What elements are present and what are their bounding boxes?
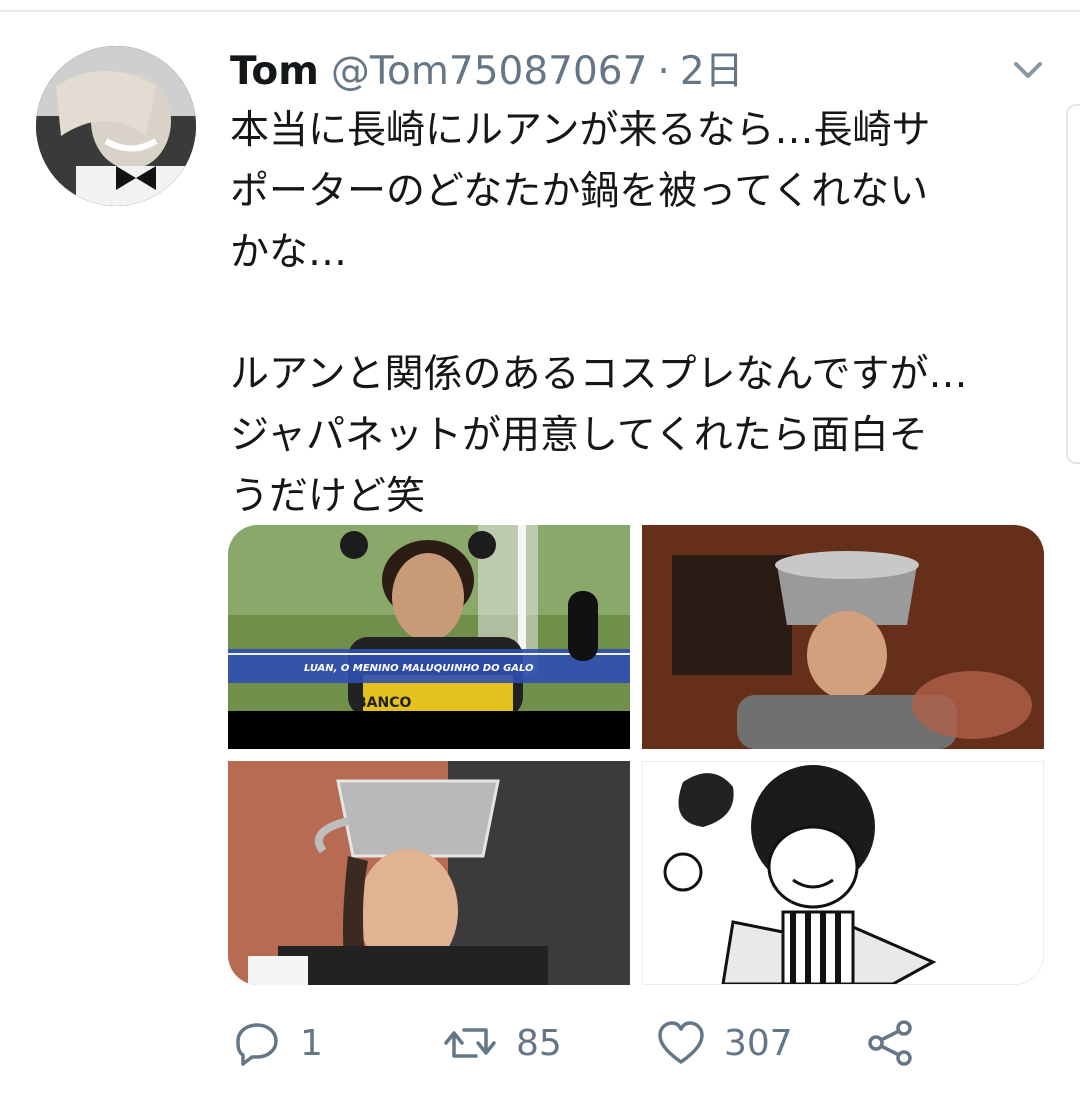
media-image-2[interactable] — [642, 525, 1044, 749]
media-image-1[interactable]: LUAN, O MENINO MALUQUINHO DO GALO BANCO — [228, 525, 630, 749]
reply-button[interactable]: 1 — [232, 1018, 323, 1068]
pot-hat-man-photo — [642, 525, 1044, 749]
shirt-text: BANCO — [356, 695, 411, 711]
media-image-3[interactable] — [228, 761, 630, 985]
media-grid: LUAN, O MENINO MALUQUINHO DO GALO BANCO — [228, 525, 1044, 985]
tweet-text: 本当に長崎にルアンが来るなら…長崎サ ポーターのどなたか鍋を被ってくれない かな… — [230, 108, 968, 519]
avatar[interactable] — [36, 46, 196, 206]
soccer-player-photo: LUAN, O MENINO MALUQUINHO DO GALO BANCO — [228, 525, 630, 749]
next-tweet-edge — [1066, 104, 1080, 464]
media-image-4[interactable] — [642, 761, 1044, 985]
author-name[interactable]: Tom — [230, 49, 319, 94]
like-button[interactable]: 307 — [656, 1018, 793, 1068]
reply-count: 1 — [300, 1022, 323, 1064]
foil-pot-fan-photo — [228, 761, 630, 985]
top-divider — [0, 0, 1080, 12]
avatar-photo — [36, 46, 196, 206]
tweet-timestamp[interactable]: 2日 — [680, 40, 744, 96]
like-count: 307 — [724, 1022, 793, 1064]
retweet-count: 85 — [516, 1022, 562, 1064]
heart-icon — [658, 1021, 704, 1064]
retweet-button[interactable]: 85 — [442, 1018, 562, 1068]
retweet-icon — [444, 1028, 496, 1058]
chevron-down-icon[interactable] — [1008, 52, 1048, 88]
separator-dot: · — [657, 49, 670, 94]
author-handle[interactable]: @Tom75087067 — [331, 49, 648, 94]
cartoon-drawing — [643, 762, 1043, 984]
share-button[interactable] — [866, 1018, 916, 1068]
reply-icon — [236, 1023, 278, 1066]
image-caption-banner: LUAN, O MENINO MALUQUINHO DO GALO — [304, 663, 534, 674]
tweet-header: Tom @Tom75087067 · 2日 — [230, 40, 744, 96]
share-icon — [868, 1020, 912, 1066]
